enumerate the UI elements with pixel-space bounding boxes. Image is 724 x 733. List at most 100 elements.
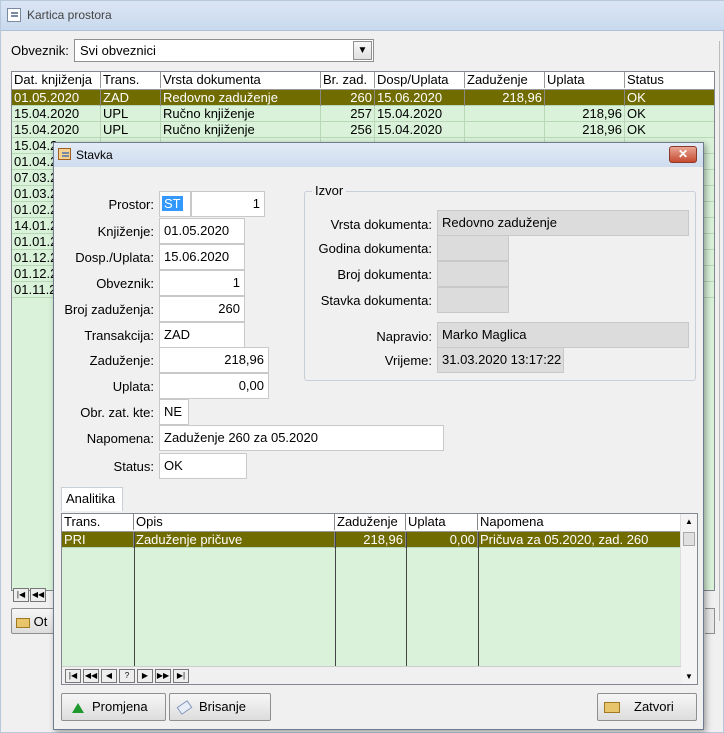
transakcija-field[interactable]: ZAD: [159, 322, 245, 348]
table-cell: OK: [625, 106, 714, 122]
column-divider: [134, 532, 135, 666]
help-icon[interactable]: ?: [119, 669, 135, 683]
chevron-down-icon[interactable]: ▼: [353, 41, 372, 60]
table-cell: ZAD: [101, 90, 161, 106]
prev-page-icon[interactable]: ◀◀: [30, 588, 46, 602]
column-header[interactable]: Napomena: [478, 514, 681, 530]
table-cell: 15.04.2020: [12, 106, 101, 122]
broj-dokumenta-field: [437, 261, 509, 287]
transakcija-label: Transakcija:: [84, 328, 154, 343]
brisanje-button[interactable]: Brisanje: [169, 693, 271, 721]
last-record-icon[interactable]: ▶|: [173, 669, 189, 683]
column-divider: [478, 532, 479, 666]
column-header[interactable]: Dosp/Uplata: [375, 72, 465, 88]
table-cell: 256: [321, 122, 375, 138]
stavka-dokumenta-field: [437, 287, 509, 313]
napomena-label: Napomena:: [86, 431, 154, 446]
table-cell: 218,96: [335, 532, 406, 548]
outer-right-button[interactable]: [705, 608, 715, 634]
prostor-label: Prostor:: [108, 197, 154, 212]
status-field[interactable]: OK: [159, 453, 247, 479]
table-cell: 15.04.2020: [12, 122, 101, 138]
prostor-code-field[interactable]: ST: [159, 191, 191, 217]
folder-icon: [16, 617, 30, 628]
window-title: Kartica prostora: [27, 8, 112, 22]
napomena-field[interactable]: Zaduženje 260 za 05.2020: [159, 425, 444, 451]
open-button[interactable]: Ot: [11, 608, 56, 634]
analitika-header: Trans. Opis Zaduženje Uplata Napomena: [62, 514, 697, 532]
column-header[interactable]: Zaduženje: [335, 514, 406, 530]
column-divider: [335, 532, 336, 666]
table-icon: [58, 148, 71, 160]
broj-zaduzenja-field[interactable]: 260: [159, 296, 245, 322]
column-header[interactable]: Uplata: [545, 72, 625, 88]
table-cell: 15.04.2020: [375, 122, 465, 138]
table-cell: 218,96: [545, 122, 625, 138]
analitika-navigator: |◀ ◀◀ ◀ ? ▶ ▶▶ ▶|: [62, 666, 681, 684]
table-row[interactable]: 15.04.2020 UPL Ručno knjiženje 257 15.04.202…: [12, 106, 714, 122]
scroll-thumb[interactable]: [683, 532, 695, 546]
column-header[interactable]: Status: [625, 72, 714, 88]
column-header[interactable]: Opis: [134, 514, 335, 530]
scroll-down-icon[interactable]: ▼: [685, 672, 693, 681]
knjizenje-field[interactable]: 01.05.2020: [159, 218, 245, 244]
obveznik-label: Obveznik:: [96, 276, 154, 291]
stavka-dokumenta-label: Stavka dokumenta:: [320, 293, 432, 308]
column-header[interactable]: Br. zad.: [321, 72, 375, 88]
column-header[interactable]: Trans.: [62, 514, 134, 530]
eraser-icon: [176, 700, 193, 715]
column-header[interactable]: Uplata: [406, 514, 478, 530]
column-header[interactable]: Vrsta dokumenta: [161, 72, 321, 88]
prostor-number-field[interactable]: 1: [191, 191, 265, 217]
next-page-icon[interactable]: ▶▶: [155, 669, 171, 683]
vrsta-dokumenta-field: Redovno zaduženje: [437, 210, 689, 236]
table-cell: 260: [321, 90, 375, 106]
outer-splitter[interactable]: [719, 41, 724, 621]
analitika-grid[interactable]: Trans. Opis Zaduženje Uplata Napomena PRI Zad…: [61, 513, 698, 685]
tab-analitika[interactable]: Analitika: [61, 487, 123, 511]
table-cell: Ručno knjiženje: [161, 106, 321, 122]
next-record-icon[interactable]: ▶: [137, 669, 153, 683]
zaduzenje-field[interactable]: 218,96: [159, 347, 269, 373]
zatvori-button[interactable]: Zatvori: [597, 693, 697, 721]
table-cell: 257: [321, 106, 375, 122]
first-record-icon[interactable]: |◀: [65, 669, 81, 683]
open-button-label: Ot: [33, 614, 48, 629]
obveznik-filter-select[interactable]: Svi obveznici ▼: [74, 39, 374, 62]
table-cell: 15.06.2020: [375, 90, 465, 106]
scroll-up-icon[interactable]: ▲: [685, 517, 693, 526]
stavka-dialog: Stavka ✕ Prostor: ST 1 Knjiženje: 01.05.…: [53, 142, 704, 730]
folder-icon: [604, 702, 620, 714]
table-row[interactable]: 15.04.2020 UPL Ručno knjiženje 256 15.04.202…: [12, 122, 714, 138]
uplata-field[interactable]: 0,00: [159, 373, 269, 399]
edit-document-icon: [7, 8, 21, 22]
table-cell: Ručno knjiženje: [161, 122, 321, 138]
izvor-title: Izvor: [312, 183, 347, 198]
prostor-code-value: ST: [162, 196, 183, 211]
table-cell: OK: [625, 90, 714, 106]
table-row[interactable]: 01.05.2020 ZAD Redovno zaduženje 260 15.06.2…: [12, 90, 714, 106]
knjizenje-label: Knjiženje:: [97, 224, 154, 239]
obr-zat-kte-field[interactable]: NE: [159, 399, 189, 425]
table-cell: 15.04.2020: [375, 106, 465, 122]
column-header[interactable]: Dat. knjiženja: [12, 72, 101, 88]
vrijeme-field: 31.03.2020 13:17:22: [437, 347, 564, 373]
table-row[interactable]: PRI Zaduženje pričuve 218,96 0,00 Pričuva za…: [62, 532, 681, 548]
promjena-button[interactable]: Promjena: [61, 693, 166, 721]
first-record-icon[interactable]: |◀: [13, 588, 29, 602]
table-cell: Pričuva za 05.2020, zad. 260: [478, 532, 681, 548]
window-titlebar: Kartica prostora: [1, 1, 724, 31]
obveznik-field[interactable]: 1: [159, 270, 245, 296]
prev-record-icon[interactable]: ◀: [101, 669, 117, 683]
dosp-uplata-field[interactable]: 15.06.2020: [159, 244, 245, 270]
analitika-scrollbar[interactable]: ▲ ▼: [680, 514, 697, 684]
broj-dokumenta-label: Broj dokumenta:: [337, 267, 432, 282]
table-cell: Redovno zaduženje: [161, 90, 321, 106]
column-header[interactable]: Zaduženje: [465, 72, 545, 88]
godina-dokumenta-field: [437, 235, 509, 261]
zatvori-label: Zatvori: [634, 699, 674, 714]
prev-page-icon[interactable]: ◀◀: [83, 669, 99, 683]
column-header[interactable]: Trans.: [101, 72, 161, 88]
close-icon[interactable]: ✕: [669, 146, 697, 163]
dialog-title: Stavka: [76, 148, 113, 162]
